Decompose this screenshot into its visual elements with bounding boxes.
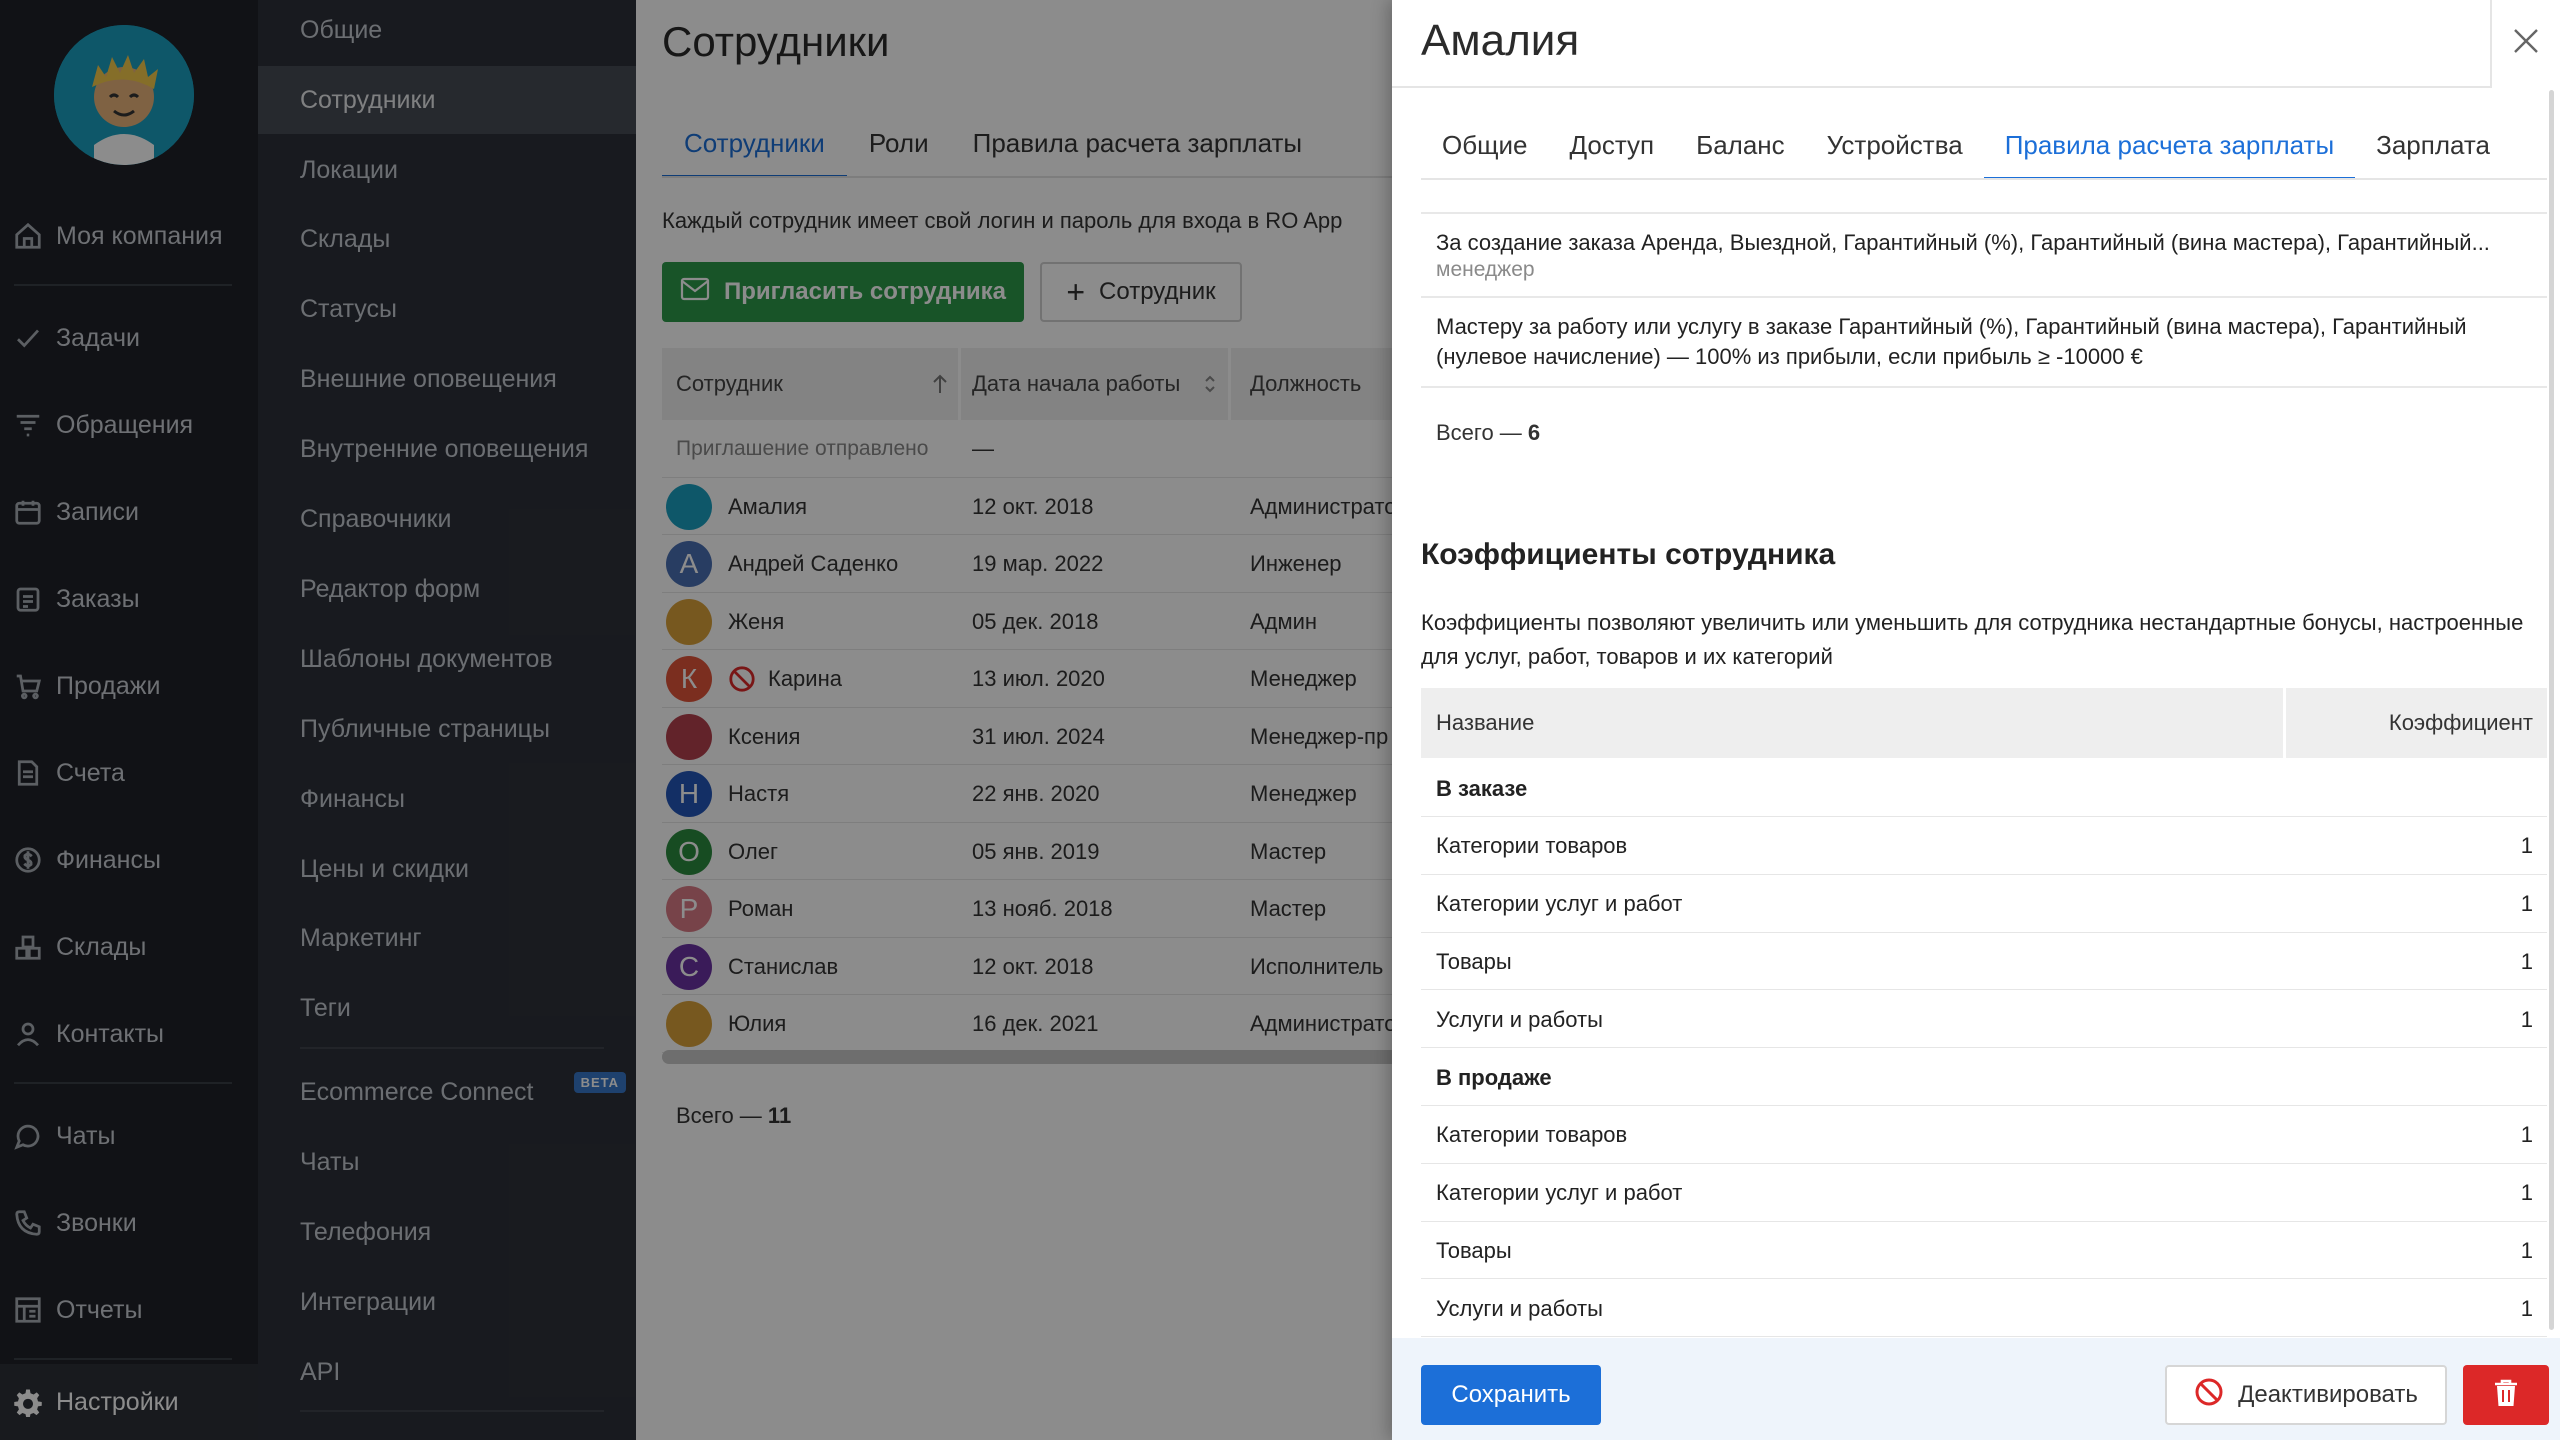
coefficient-name: Категории товаров (1436, 833, 1628, 859)
coefficients-table-header: Название Коэффициент (1421, 688, 2547, 758)
tab-salary[interactable]: Зарплата (2355, 118, 2511, 180)
coefficient-name: Товары (1436, 1237, 1512, 1263)
rule-text: Мастеру за работу или услугу в заказе Га… (1436, 314, 2467, 369)
tab-balance[interactable]: Баланс (1675, 118, 1806, 180)
drawer-tabs: Общие Доступ Баланс Устройства Правила р… (1421, 118, 2511, 180)
drawer-title: Амалия (1421, 16, 1580, 65)
close-button[interactable] (2490, 0, 2560, 86)
salary-rule-item[interactable]: Мастеру за работу или услугу в заказе Га… (1421, 300, 2547, 388)
coefficient-value[interactable]: 1 (2521, 876, 2533, 933)
coefficient-row[interactable]: Услуги и работы 1 (1421, 1280, 2547, 1338)
tabs-divider (1421, 178, 2547, 180)
coefficient-value[interactable]: 1 (2521, 933, 2533, 990)
coefficient-name: Товары (1436, 948, 1512, 974)
coefficient-value[interactable]: 1 (2521, 1222, 2533, 1279)
coefficient-group-row: В продаже (1421, 1049, 2547, 1106)
coefficient-name: Категории товаров (1436, 1122, 1628, 1148)
column-coefficient: Коэффициент (2388, 710, 2533, 735)
coefficient-value[interactable]: 1 (2521, 818, 2533, 875)
coefficient-value[interactable]: 1 (2521, 1165, 2533, 1222)
tab-general[interactable]: Общие (1421, 118, 1549, 180)
coefficient-row[interactable]: Категории услуг и работ 1 (1421, 876, 2547, 933)
coefficient-value[interactable]: 1 (2521, 1280, 2533, 1337)
coefficient-name: Категории услуг и работ (1436, 1180, 1683, 1206)
coefficient-row[interactable]: Категории услуг и работ 1 (1421, 1165, 2547, 1222)
coefficient-name: В продаже (1436, 1064, 1552, 1090)
coefficient-row[interactable]: Товары 1 (1421, 933, 2547, 991)
tab-access[interactable]: Доступ (1549, 118, 1676, 180)
employee-drawer: Амалия Общие Доступ Баланс Устройства Пр… (1392, 0, 2560, 1440)
trash-icon (2493, 1378, 2519, 1413)
coefficient-row[interactable]: Категории товаров 1 (1421, 1107, 2547, 1164)
coefficient-value[interactable]: 1 (2521, 1107, 2533, 1164)
deactivate-button[interactable]: Деактивировать (2165, 1365, 2447, 1425)
coefficients-title: Коэффициенты сотрудника (1421, 538, 1836, 571)
rule-text: За создание заказа Аренда, Выездной, Гар… (1436, 230, 2490, 255)
coefficient-name: Услуги и работы (1436, 1295, 1603, 1321)
delete-button[interactable] (2463, 1365, 2549, 1425)
drawer-scrollbar[interactable] (2549, 90, 2554, 1330)
coefficients-description: Коэффициенты позволяют увеличить или уме… (1421, 610, 2524, 669)
rule-subtitle: менеджер (1436, 258, 1535, 281)
save-button[interactable]: Сохранить (1421, 1365, 1601, 1425)
coefficient-group-row: В заказе (1421, 760, 2547, 817)
coefficient-row[interactable]: Категории товаров 1 (1421, 818, 2547, 875)
tab-devices[interactable]: Устройства (1806, 118, 1984, 180)
rules-total: Всего — 6 (1436, 420, 1541, 445)
coefficient-value[interactable]: 1 (2521, 991, 2533, 1048)
coefficient-name: Услуги и работы (1436, 1006, 1603, 1032)
drawer-footer: Сохранить Деактивировать (1392, 1338, 2560, 1440)
deactivate-label: Деактивировать (2238, 1381, 2418, 1408)
column-name: Название (1436, 710, 1535, 735)
coefficient-row[interactable]: Услуги и работы 1 (1421, 991, 2547, 1049)
coefficient-name: Категории услуг и работ (1436, 891, 1683, 917)
coefficient-name: В заказе (1436, 775, 1528, 801)
close-icon (2511, 26, 2541, 61)
coefficient-row[interactable]: Товары 1 (1421, 1222, 2547, 1280)
header-divider (2283, 688, 2286, 758)
drawer-header-divider (1392, 86, 2492, 88)
tab-salary-rules[interactable]: Правила расчета зарплаты (1983, 118, 2356, 180)
ban-icon (2194, 1377, 2224, 1414)
modal-overlay[interactable] (0, 0, 1396, 1440)
salary-rule-item[interactable]: За создание заказа Аренда, Выездной, Гар… (1421, 212, 2547, 298)
